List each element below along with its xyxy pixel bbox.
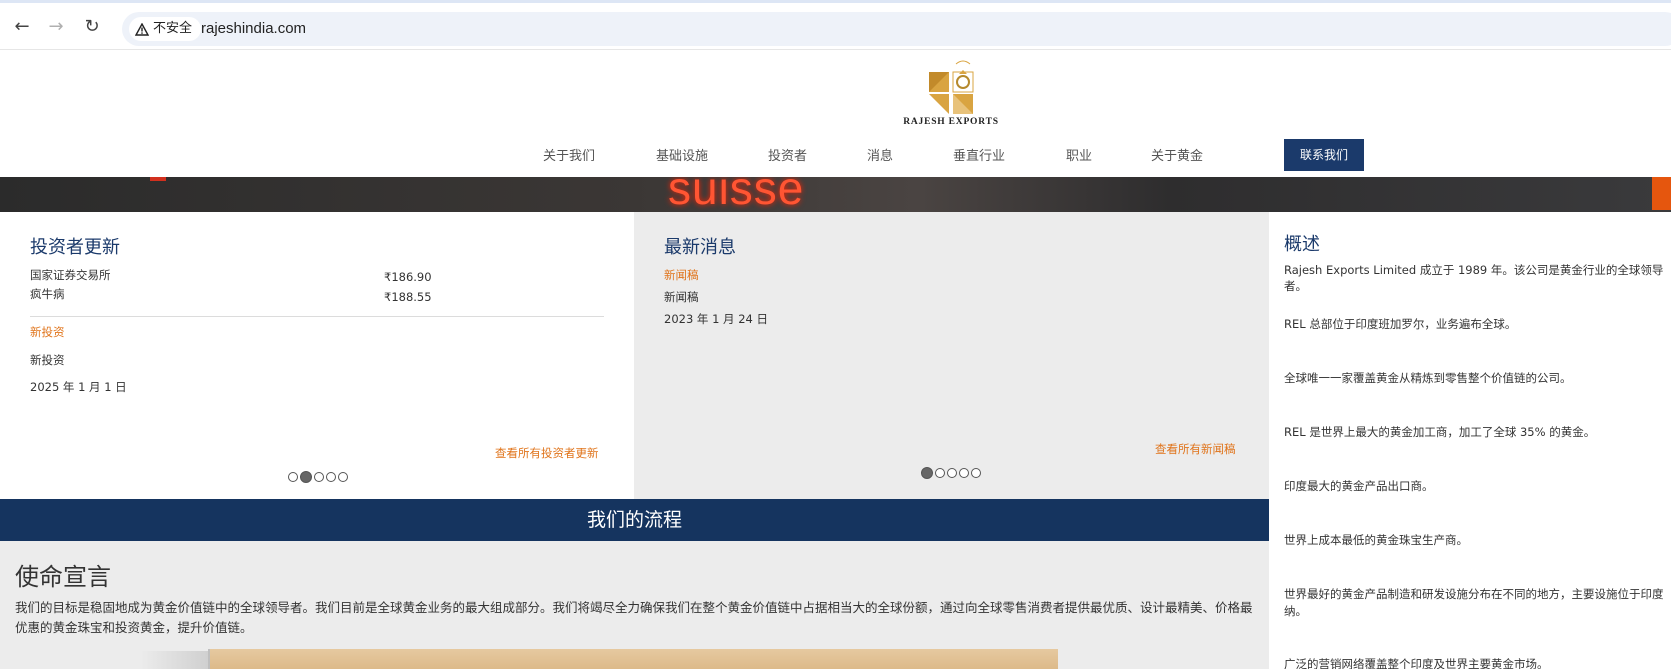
nav-item-about[interactable]: 关于我们	[543, 145, 595, 164]
carousel-dot-active[interactable]	[300, 471, 312, 483]
site-header: RAJESH EXPORTS 关于我们 基础设施 投资者 消息 垂直行业 职业 …	[0, 50, 1671, 177]
carousel-dot[interactable]	[288, 472, 298, 482]
overview-item: REL 是世界上最大的黄金加工商，加工了全球 35% 的黄金。	[1284, 425, 1596, 439]
investor-item-link[interactable]: 新投资	[30, 324, 65, 340]
mission-title: 使命宣言	[15, 563, 111, 591]
investor-item-date: 2025 年 1 月 1 日	[30, 380, 127, 394]
warning-icon	[135, 22, 149, 36]
investor-updates-panel: 投资者更新 国家证券交易所 ₹186.90 疯牛病 ₹188.55 新投资 新投…	[0, 212, 634, 499]
nav-item-careers[interactable]: 职业	[1066, 145, 1092, 164]
view-all-news-link[interactable]: 查看所有新闻稿	[1155, 441, 1236, 457]
news-carousel-dots	[921, 467, 981, 479]
stock-exchange-label: 国家证券交易所	[30, 268, 111, 282]
hero-decoration	[150, 177, 166, 181]
carousel-dot[interactable]	[959, 468, 969, 478]
overview-item: 全球唯一一家覆盖黄金从精炼到零售整个价值链的公司。	[1284, 371, 1572, 385]
nav-item-news[interactable]: 消息	[867, 145, 893, 164]
overview-item-continued: 纳。	[1284, 604, 1307, 618]
security-label: 不安全	[153, 21, 193, 36]
investor-item-text: 新投资	[30, 353, 65, 367]
view-all-investor-updates-link[interactable]: 查看所有投资者更新	[495, 445, 599, 461]
security-chip[interactable]: 不安全	[129, 17, 202, 41]
news-item-text: 新闻稿	[664, 290, 699, 304]
hero-sign-text: suisse	[668, 177, 805, 212]
carousel-dot[interactable]	[947, 468, 957, 478]
overview-item: 世界上成本最低的黄金珠宝生产商。	[1284, 533, 1468, 547]
overview-panel: 概述 Rajesh Exports Limited 成立于 1989 年。该公司…	[1269, 212, 1671, 669]
nav-item-infrastructure[interactable]: 基础设施	[656, 145, 708, 164]
reload-icon[interactable]: ↻	[82, 17, 102, 37]
carousel-dot[interactable]	[935, 468, 945, 478]
address-bar[interactable]: 不安全 rajeshindia.com	[122, 12, 1671, 46]
mission-text: 我们的目标是稳固地成为黄金价值链中的全球领导者。我们目前是全球黄金业务的最大组成…	[15, 600, 1253, 635]
overview-title: 概述	[1284, 234, 1320, 255]
overview-item: REL 总部位于印度班加罗尔，业务遍布全球。	[1284, 317, 1517, 331]
browser-toolbar: ← → ↻ 不安全 rajeshindia.com	[0, 0, 1671, 50]
nav-item-about-gold[interactable]: 关于黄金	[1151, 145, 1203, 164]
stock-price-bse: ₹188.55	[384, 290, 432, 304]
overview-item: Rajesh Exports Limited 成立于 1989 年。该公司是黄金…	[1284, 263, 1664, 293]
latest-news-panel: 最新消息 新闻稿 新闻稿 2023 年 1 月 24 日 查看所有新闻稿	[634, 212, 1269, 499]
our-process-bar[interactable]: 我们的流程	[0, 499, 1269, 541]
stock-price-nse: ₹186.90	[384, 270, 432, 284]
world-map-image	[208, 649, 1058, 669]
contact-button[interactable]: 联系我们	[1284, 139, 1364, 171]
main-nav: 关于我们 基础设施 投资者 消息 垂直行业 职业 关于黄金 联系我们	[0, 139, 1671, 171]
site-logo[interactable]: RAJESH EXPORTS	[903, 56, 999, 132]
forward-icon[interactable]: →	[46, 17, 66, 37]
map-shadow	[140, 651, 208, 669]
carousel-dot[interactable]	[314, 472, 324, 482]
nav-item-investors[interactable]: 投资者	[768, 145, 807, 164]
hero-side-tab[interactable]	[1652, 177, 1671, 210]
news-item-date: 2023 年 1 月 24 日	[664, 312, 768, 326]
carousel-dot-active[interactable]	[921, 467, 933, 479]
back-icon[interactable]: ←	[12, 17, 32, 37]
latest-news-title: 最新消息	[664, 237, 736, 258]
overview-item: 广泛的营销网络覆盖整个印度及世界主要黄金市场。	[1284, 657, 1549, 669]
hero-banner-image: suisse	[0, 177, 1671, 212]
carousel-dot[interactable]	[338, 472, 348, 482]
stock-exchange-label: 疯牛病	[30, 287, 65, 301]
nav-item-verticals[interactable]: 垂直行业	[953, 145, 1005, 164]
overview-item: 印度最大的黄金产品出口商。	[1284, 479, 1434, 493]
divider	[30, 316, 604, 317]
mission-section: 使命宣言 我们的目标是稳固地成为黄金价值链中的全球领导者。我们目前是全球黄金业务…	[0, 541, 1269, 669]
carousel-dot[interactable]	[326, 472, 336, 482]
investor-updates-title: 投资者更新	[30, 237, 120, 258]
carousel-dot[interactable]	[971, 468, 981, 478]
logo-mark-icon	[929, 60, 974, 114]
investor-carousel-dots	[288, 471, 348, 483]
news-item-link[interactable]: 新闻稿	[664, 267, 699, 283]
overview-item: 世界最好的黄金产品制造和研发设施分布在不同的地方，主要设施位于印度	[1284, 587, 1664, 601]
url-text[interactable]: rajeshindia.com	[201, 20, 306, 37]
logo-text: RAJESH EXPORTS	[903, 117, 999, 127]
